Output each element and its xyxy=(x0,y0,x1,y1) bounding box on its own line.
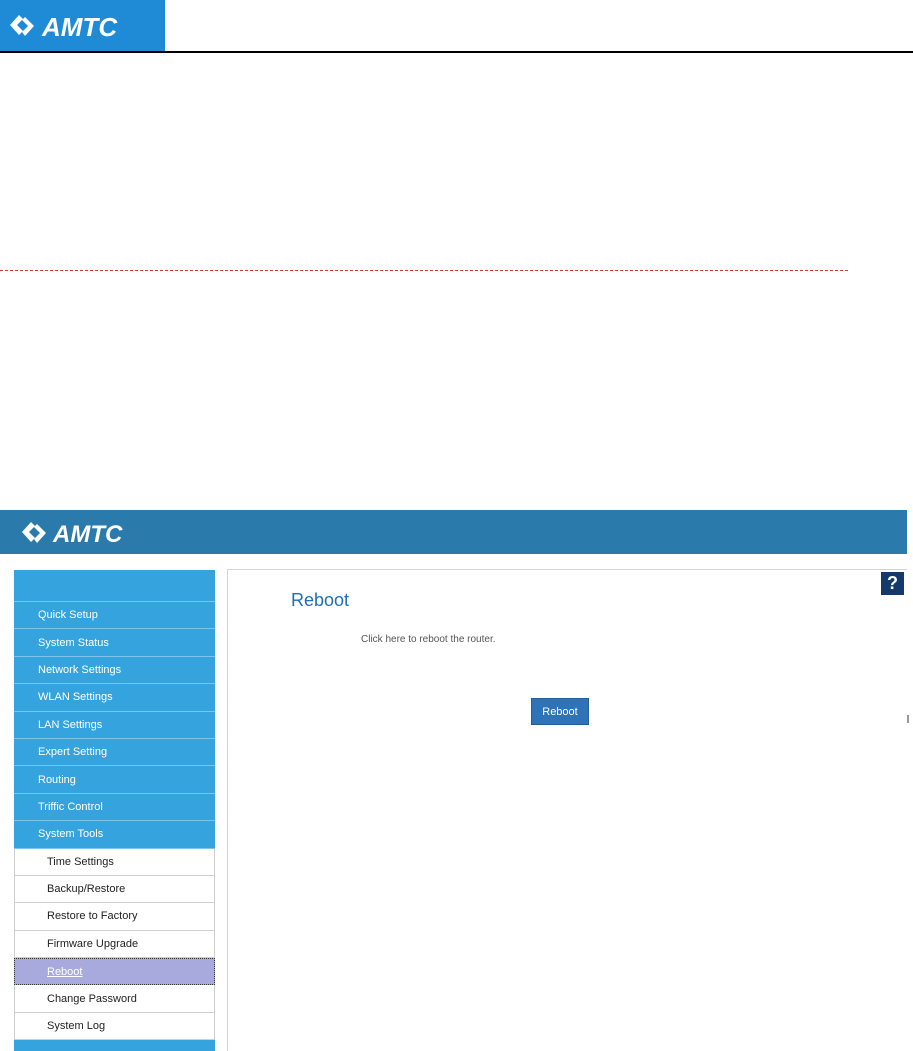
sidebar-menu: Quick Setup System Status Network Settin… xyxy=(14,570,215,1051)
sidebar-item-system-status[interactable]: System Status xyxy=(14,629,215,657)
router-body: Quick Setup System Status Network Settin… xyxy=(0,554,909,1051)
sidebar-item-traffic-control[interactable]: Triffic Control xyxy=(14,793,215,822)
page: AMTC AMTC Quick Setup System Status Netw… xyxy=(0,0,913,1051)
router-ui: AMTC Quick Setup System Status Network S… xyxy=(0,510,909,1051)
sidebar-item-system-tools[interactable]: System Tools xyxy=(14,821,215,849)
document-header: AMTC xyxy=(0,0,913,54)
sidebar-subitem-system-log[interactable]: System Log xyxy=(14,1012,215,1041)
sidebar-item-lan-settings[interactable]: LAN Settings xyxy=(14,711,215,739)
content-panel: Reboot Click here to reboot the router. … xyxy=(227,569,909,1051)
amtc-logo-icon: AMTC xyxy=(10,12,118,42)
sidebar-footer xyxy=(14,1040,215,1051)
sidebar-subitem-reboot[interactable]: Reboot xyxy=(14,958,215,986)
logo-text: AMTC xyxy=(52,521,123,548)
sidebar-item-wlan-settings[interactable]: WLAN Settings xyxy=(14,684,215,712)
header-rule xyxy=(0,51,913,53)
sidebar-item-routing[interactable]: Routing xyxy=(14,766,215,794)
help-icon[interactable]: ? xyxy=(881,572,904,595)
sidebar-subitem-firmware-upgrade[interactable]: Firmware Upgrade xyxy=(14,930,215,959)
router-header-bar: AMTC xyxy=(0,510,907,554)
sidebar-item-expert-setting[interactable]: Expert Setting xyxy=(14,738,215,767)
reboot-button[interactable]: Reboot xyxy=(531,698,589,725)
sidebar-subitem-restore-factory[interactable]: Restore to Factory xyxy=(14,903,215,931)
sidebar-item-quick-setup[interactable]: Quick Setup xyxy=(14,602,215,630)
sidebar-header xyxy=(14,570,215,602)
page-title: Reboot xyxy=(291,590,350,610)
sidebar-item-network-settings[interactable]: Network Settings xyxy=(14,656,215,685)
brand-logo: AMTC xyxy=(0,0,165,52)
sidebar-subitem-change-password[interactable]: Change Password xyxy=(14,985,215,1013)
dashed-separator xyxy=(0,270,848,271)
scrollbar-marker xyxy=(907,715,909,723)
amtc-logo-icon: AMTC xyxy=(22,521,123,548)
sidebar-subitem-backup-restore[interactable]: Backup/Restore xyxy=(14,875,215,904)
logo-text: AMTC xyxy=(41,12,118,42)
sidebar-subitem-time-settings[interactable]: Time Settings xyxy=(14,848,215,876)
reboot-description: Click here to reboot the router. xyxy=(361,634,496,645)
